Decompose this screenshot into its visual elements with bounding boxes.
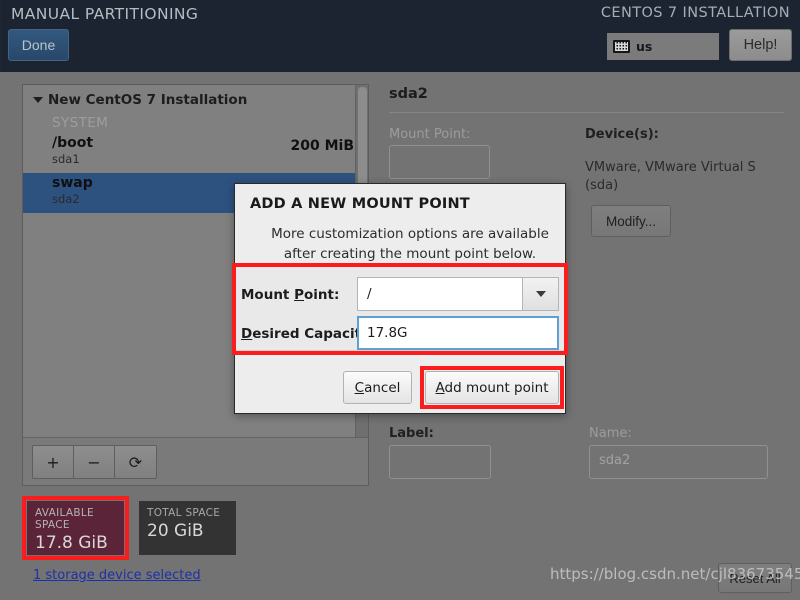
- detail-pane-title: sda2: [389, 86, 428, 102]
- keyboard-layout-label: us: [636, 39, 653, 54]
- label-mnemonic: D: [241, 326, 253, 342]
- detail-name-field: sda2: [589, 445, 768, 479]
- keyboard-icon: [613, 40, 630, 53]
- dialog-description: More customization options are available…: [271, 226, 549, 262]
- dialog-title: ADD A NEW MOUNT POINT: [250, 196, 470, 212]
- detail-name-label: Name:: [589, 426, 632, 441]
- total-space-value: 20 GiB: [147, 521, 204, 541]
- reset-all-button[interactable]: Reset All: [718, 563, 792, 593]
- partition-size: 200 MiB: [290, 138, 355, 154]
- total-space-box: TOTAL SPACE 20 GiB: [139, 501, 236, 555]
- button-mnemonic: C: [354, 379, 365, 396]
- partition-toolbar: + − ⟳: [23, 437, 368, 485]
- detail-devices-label: Device(s):: [585, 127, 659, 142]
- detail-devices-value: VMware, VMware Virtual S (sda): [585, 160, 756, 193]
- button-mnemonic: A: [435, 379, 445, 396]
- page-title: MANUAL PARTITIONING: [11, 5, 199, 23]
- dialog-capacity-label: Desired Capacity:: [241, 326, 375, 342]
- app-header: MANUAL PARTITIONING CENTOS 7 INSTALLATIO…: [0, 0, 800, 72]
- minus-icon[interactable]: −: [74, 446, 115, 478]
- partition-group-label: SYSTEM: [52, 115, 109, 131]
- mount-point-select[interactable]: /: [357, 277, 523, 311]
- cancel-button[interactable]: Cancel: [343, 371, 412, 404]
- button-text: dd mount point: [444, 379, 549, 396]
- add-mount-point-button[interactable]: Add mount point: [425, 371, 559, 404]
- plus-icon[interactable]: +: [33, 446, 74, 478]
- chevron-down-icon: [33, 96, 43, 103]
- dialog-mount-point-label: Mount Point:: [241, 287, 339, 303]
- installer-window: MANUAL PARTITIONING CENTOS 7 INSTALLATIO…: [0, 0, 800, 600]
- label-mnemonic: P: [294, 287, 304, 303]
- available-space-value: 17.8 GiB: [35, 533, 108, 553]
- button-text: ancel: [364, 379, 401, 396]
- divider: [389, 112, 784, 113]
- partition-tree-root-label: New CentOS 7 Installation: [48, 91, 248, 108]
- divider: [236, 350, 566, 351]
- detail-label-label: Label:: [389, 426, 434, 441]
- partition-toolbar-group: + − ⟳: [32, 445, 157, 479]
- partition-tree-root[interactable]: New CentOS 7 Installation: [23, 85, 368, 111]
- partition-device: sda1: [52, 152, 80, 166]
- detail-mount-point-field[interactable]: [389, 145, 490, 179]
- storage-devices-link[interactable]: 1 storage device selected: [33, 568, 201, 583]
- available-space-caption: AVAILABLE SPACE: [35, 507, 94, 531]
- table-row[interactable]: /boot sda1 200 MiB: [23, 133, 368, 173]
- desired-capacity-input[interactable]: [357, 316, 559, 350]
- available-space-box: AVAILABLE SPACE 17.8 GiB: [27, 501, 124, 555]
- label-text-post: oint:: [304, 287, 340, 303]
- total-space-caption: TOTAL SPACE: [147, 507, 221, 519]
- chevron-down-icon[interactable]: [523, 277, 559, 311]
- modify-button[interactable]: Modify...: [591, 205, 671, 237]
- detail-label-field[interactable]: [389, 445, 491, 479]
- product-title: CENTOS 7 INSTALLATION: [600, 5, 790, 21]
- detail-mount-point-label: Mount Point:: [389, 127, 471, 142]
- keyboard-layout-indicator[interactable]: us: [607, 33, 719, 60]
- refresh-icon[interactable]: ⟳: [115, 446, 156, 478]
- label-text-pre: Mount: [241, 287, 295, 303]
- done-button[interactable]: Done: [8, 29, 69, 61]
- help-button[interactable]: Help!: [729, 29, 792, 61]
